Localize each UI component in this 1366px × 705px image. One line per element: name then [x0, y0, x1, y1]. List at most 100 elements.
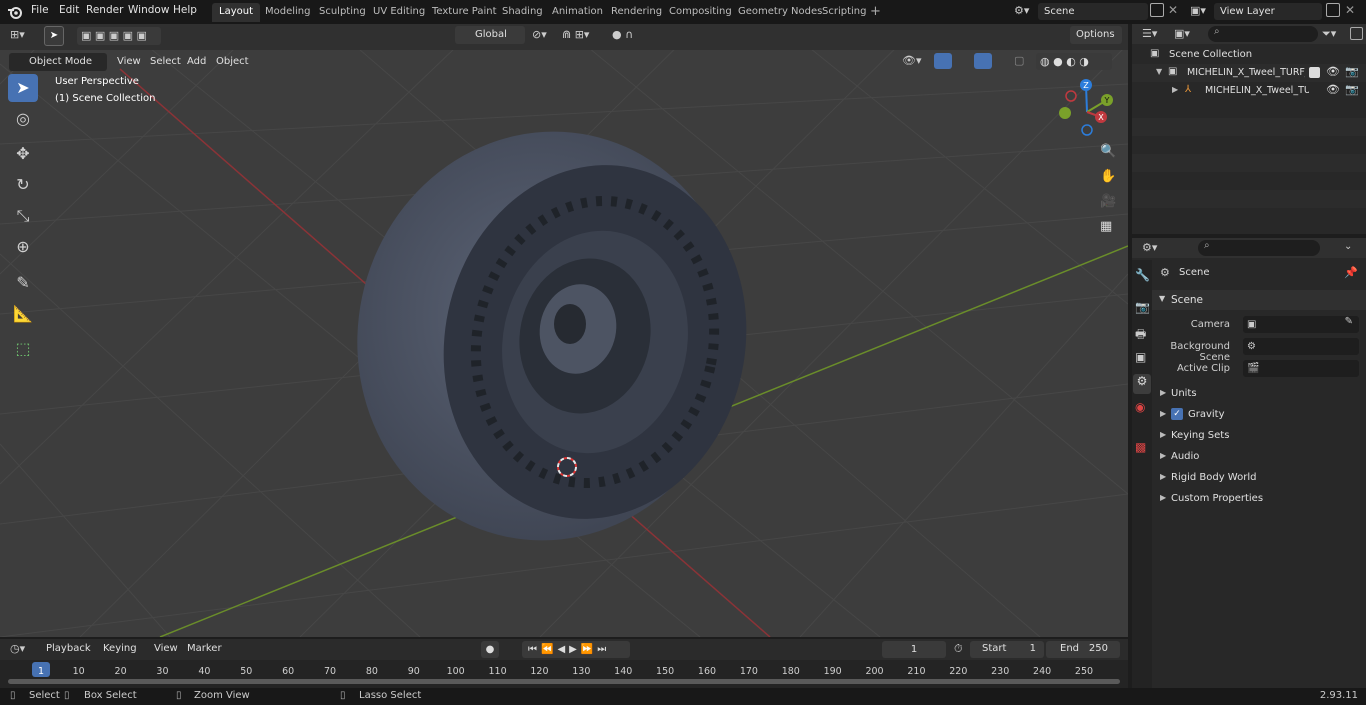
- eye-icon[interactable]: 👁: [1326, 83, 1340, 96]
- outliner-row-object[interactable]: ▶ ⅄ MICHELIN_X_Tweel_TURI 👁 📷: [1132, 82, 1366, 100]
- tab-shading[interactable]: Shading: [495, 3, 550, 22]
- menu-view[interactable]: View: [117, 53, 141, 71]
- outliner-search-input[interactable]: ⌕: [1208, 26, 1318, 42]
- transform-tool-icon[interactable]: ⊕: [8, 233, 38, 261]
- tab-uv-editing[interactable]: UV Editing: [366, 3, 432, 22]
- tweel-tire-object[interactable]: [320, 96, 779, 576]
- gravity-panel-header[interactable]: ▶ ✓ Gravity: [1152, 405, 1366, 425]
- shading-modes-icons[interactable]: ◍ ● ◐ ◑: [1036, 53, 1112, 70]
- scene-type-icon[interactable]: ⚙▾: [1014, 4, 1029, 17]
- annotate-tool-icon[interactable]: ✎: [8, 269, 38, 297]
- display-mode-icon[interactable]: ▣▾: [1174, 27, 1190, 40]
- expand-icon[interactable]: ▶: [1172, 85, 1178, 94]
- record-icon[interactable]: ●: [481, 641, 499, 658]
- add-cube-tool-icon[interactable]: ⬚: [8, 335, 38, 363]
- visibility-icon[interactable]: 👁▾: [902, 54, 922, 67]
- tool-tab-icon[interactable]: 🔧: [1135, 268, 1150, 282]
- zoom-icon[interactable]: 🔍: [1100, 144, 1116, 159]
- overlay-toggle-icon[interactable]: [974, 53, 992, 69]
- timeline-scrollbar[interactable]: [8, 679, 1120, 684]
- outliner-row-collection[interactable]: ▼ ▣ MICHELIN_X_Tweel_TURF_Tir 👁 📷: [1132, 64, 1366, 82]
- menu-window[interactable]: Window: [128, 4, 169, 16]
- start-frame-field[interactable]: Start 1: [970, 641, 1044, 658]
- editor-type-icon[interactable]: ⊞▾: [10, 28, 25, 41]
- eyedropper-icon[interactable]: ✎: [1345, 316, 1353, 327]
- expand-icon[interactable]: ▼: [1156, 67, 1162, 76]
- transform-orientation-dropdown[interactable]: Global: [455, 26, 525, 44]
- playback-controls[interactable]: ⏮⏪◀▶⏩⏭: [522, 641, 630, 658]
- properties-search-input[interactable]: ⌕: [1198, 240, 1320, 256]
- pin-icon[interactable]: 📌: [1344, 266, 1358, 279]
- outliner-editor-icon[interactable]: ☰▾: [1142, 27, 1157, 40]
- filter-icon[interactable]: ⏷▾: [1322, 27, 1336, 41]
- keying-menu[interactable]: Keying: [98, 640, 144, 658]
- tab-rendering[interactable]: Rendering: [604, 3, 669, 22]
- active-clip-field[interactable]: 🎬: [1243, 360, 1359, 377]
- menu-edit[interactable]: Edit: [59, 4, 79, 16]
- scene-panel-header[interactable]: ▼ Scene: [1152, 290, 1366, 310]
- camera-icon[interactable]: 📷: [1345, 65, 1359, 78]
- camera-field[interactable]: ▣ ✎: [1243, 316, 1359, 333]
- timeline-view-menu[interactable]: View: [154, 640, 178, 658]
- tab-sculpting[interactable]: Sculpting: [312, 3, 373, 22]
- add-workspace-icon[interactable]: +: [870, 4, 881, 19]
- units-panel-header[interactable]: ▶ Units: [1152, 384, 1366, 404]
- scale-tool-icon[interactable]: ⤡: [8, 202, 38, 230]
- snap-icon[interactable]: ⋒ ⊞▾: [562, 28, 589, 41]
- menu-help[interactable]: Help: [173, 4, 197, 16]
- tab-animation[interactable]: Animation: [545, 3, 610, 22]
- gizmo-toggle-icon[interactable]: [934, 53, 952, 69]
- menu-file[interactable]: File: [31, 4, 49, 16]
- select-mode-icons[interactable]: ▣ ▣ ▣ ▣ ▣: [77, 27, 161, 45]
- playback-menu[interactable]: Playback: [40, 640, 96, 658]
- background-scene-field[interactable]: ⚙: [1243, 338, 1359, 355]
- camera-view-icon[interactable]: 🎥: [1100, 194, 1116, 209]
- tab-scripting[interactable]: Scripting: [815, 3, 873, 22]
- blender-logo-icon[interactable]: [7, 4, 23, 20]
- cursor-tool-icon[interactable]: ◎: [8, 105, 38, 133]
- marker-menu[interactable]: Marker: [187, 640, 222, 658]
- custom-properties-panel-header[interactable]: ▶ Custom Properties: [1152, 489, 1366, 509]
- render-tab-icon[interactable]: 📷: [1135, 300, 1150, 314]
- output-tab-icon[interactable]: 🖶: [1135, 325, 1146, 346]
- navigation-gizmo[interactable]: Z Y X: [1052, 74, 1122, 144]
- tab-layout[interactable]: Layout: [212, 3, 260, 22]
- properties-editor-icon[interactable]: ⚙▾: [1142, 241, 1157, 254]
- outliner-row-root[interactable]: ▣ Scene Collection: [1132, 46, 1366, 64]
- tab-compositing[interactable]: Compositing: [662, 3, 739, 22]
- view-layer-icon[interactable]: ▣▾: [1190, 4, 1206, 17]
- view-layer-tab-icon[interactable]: ▣: [1135, 350, 1146, 364]
- remove-scene-icon[interactable]: ✕: [1168, 3, 1178, 17]
- move-tool-icon[interactable]: ✥: [8, 140, 38, 168]
- menu-render[interactable]: Render: [86, 4, 123, 16]
- object-mode-dropdown[interactable]: Object Mode: [9, 53, 107, 71]
- new-collection-icon[interactable]: [1350, 27, 1363, 40]
- rotate-tool-icon[interactable]: ↻: [8, 171, 38, 199]
- checkbox-icon[interactable]: [1309, 67, 1320, 78]
- remove-view-layer-icon[interactable]: ✕: [1345, 3, 1355, 17]
- measure-tool-icon[interactable]: 📐: [8, 300, 38, 328]
- pivot-icon[interactable]: ⊘▾: [532, 28, 547, 41]
- tab-texture-paint[interactable]: Texture Paint: [425, 3, 504, 22]
- audio-panel-header[interactable]: ▶ Audio: [1152, 447, 1366, 467]
- chevron-down-icon[interactable]: ⌄: [1344, 241, 1352, 252]
- viewport-scene[interactable]: [0, 24, 1128, 637]
- gravity-checkbox[interactable]: ✓: [1171, 408, 1183, 420]
- rigid-body-panel-header[interactable]: ▶ Rigid Body World: [1152, 468, 1366, 488]
- menu-object[interactable]: Object: [216, 53, 249, 71]
- tab-modeling[interactable]: Modeling: [258, 3, 318, 22]
- timeline-editor-icon[interactable]: ◷▾: [10, 642, 25, 655]
- camera-icon[interactable]: 📷: [1345, 83, 1359, 96]
- eye-icon[interactable]: 👁: [1326, 65, 1340, 78]
- 3d-viewport[interactable]: ⊞▾ ➤ ▣ ▣ ▣ ▣ ▣ Object Mode View Select A…: [0, 24, 1128, 637]
- perspective-toggle-icon[interactable]: ▦: [1100, 219, 1112, 234]
- new-scene-icon[interactable]: [1150, 3, 1164, 17]
- new-view-layer-icon[interactable]: [1326, 3, 1340, 17]
- select-tool-icon[interactable]: ➤: [44, 26, 64, 46]
- xray-icon[interactable]: ▢: [1014, 54, 1024, 67]
- current-frame-field[interactable]: 1: [882, 641, 946, 658]
- keying-sets-panel-header[interactable]: ▶ Keying Sets: [1152, 426, 1366, 446]
- texture-tab-icon[interactable]: ▩: [1135, 440, 1146, 454]
- world-tab-icon[interactable]: ◉: [1135, 400, 1145, 414]
- options-dropdown[interactable]: Options: [1070, 26, 1122, 44]
